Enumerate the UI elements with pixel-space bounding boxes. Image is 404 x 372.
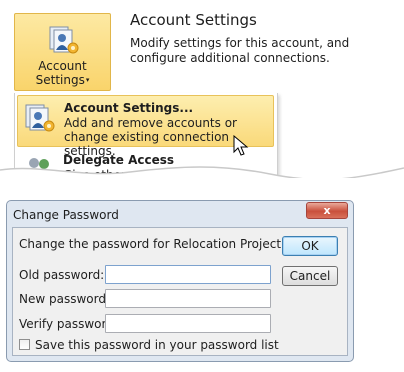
save-password-checkbox[interactable] bbox=[19, 339, 30, 350]
mouse-pointer-icon bbox=[233, 134, 249, 157]
torn-edge-divider bbox=[0, 160, 404, 178]
section-title: Account Settings bbox=[130, 11, 257, 29]
dialog-body: Change the password for Relocation Proje… bbox=[12, 227, 348, 356]
new-password-label: New password: bbox=[19, 292, 111, 306]
old-password-field[interactable] bbox=[105, 265, 271, 284]
account-settings-dropdown-button[interactable]: Account Settings▾ bbox=[14, 13, 111, 91]
save-password-label[interactable]: Save this password in your password list bbox=[35, 338, 279, 352]
menu-item-title: Account Settings... bbox=[64, 101, 194, 115]
old-password-label: Old password: bbox=[19, 268, 105, 282]
dialog-title: Change Password bbox=[13, 208, 119, 222]
new-password-field[interactable] bbox=[105, 289, 271, 308]
account-settings-panel: Account Settings▾ Account Settings Modif… bbox=[0, 0, 404, 178]
account-button-label-line1: Account bbox=[38, 59, 87, 73]
close-icon: x bbox=[323, 204, 331, 217]
verify-password-field[interactable] bbox=[105, 314, 271, 333]
ok-button[interactable]: OK bbox=[282, 236, 338, 256]
cancel-button[interactable]: Cancel bbox=[282, 266, 338, 286]
dialog-titlebar[interactable]: Change Password x bbox=[7, 201, 353, 227]
verify-password-label: Verify password: bbox=[19, 317, 118, 331]
account-settings-icon bbox=[48, 24, 80, 56]
account-settings-icon bbox=[24, 102, 56, 134]
change-password-dialog: Change Password x Change the password fo… bbox=[6, 200, 354, 362]
chevron-down-icon: ▾ bbox=[85, 76, 90, 84]
account-button-label-line2: Settings▾ bbox=[35, 73, 90, 87]
dialog-prompt: Change the password for Relocation Proje… bbox=[19, 237, 308, 251]
section-description: Modify settings for this account, and co… bbox=[130, 36, 350, 65]
close-button[interactable]: x bbox=[306, 202, 348, 219]
